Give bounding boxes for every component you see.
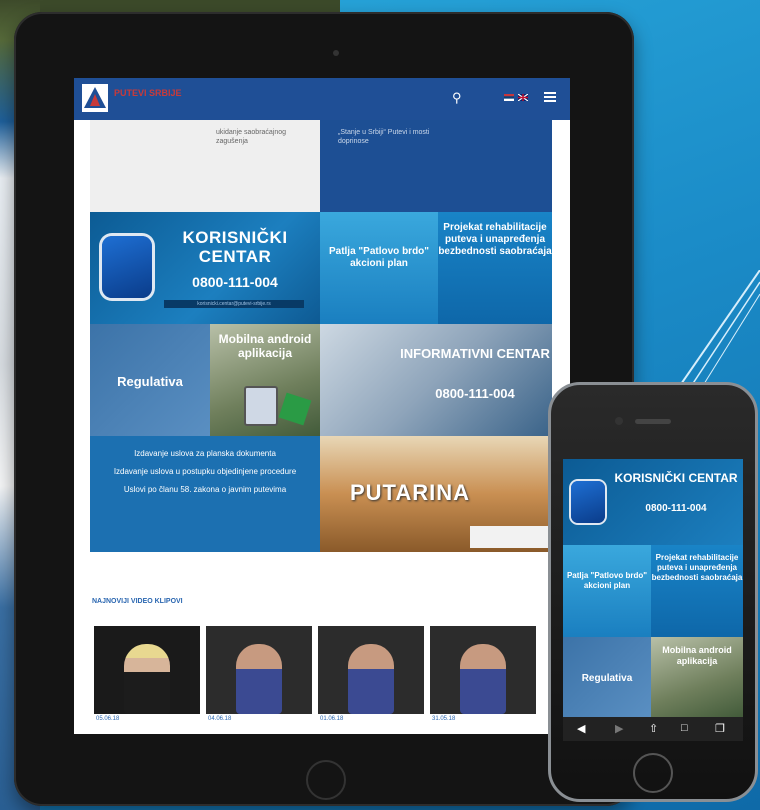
tile-putarina[interactable]: PUTARINA (320, 436, 552, 552)
app-logo-icon (102, 236, 152, 298)
site-header: PUTEVI SRBIJE ⚲ (74, 78, 570, 120)
tablet-screen: PUTEVI SRBIJE ⚲ ukidanje saobraćajnog za… (74, 78, 570, 734)
phone-tile-korisnicki[interactable]: KORISNIČKI CENTAR 0800-111-004 (563, 459, 743, 545)
phone-projekat-label: Projekat rehabilitacije puteva i unapređ… (651, 553, 743, 582)
tablet-camera (333, 50, 339, 56)
toll-logos (470, 526, 550, 548)
phone-korisnicki-title: KORISNIČKI CENTAR (614, 471, 738, 485)
phone-tile-mobilna[interactable]: Mobilna android aplikacija (651, 637, 743, 717)
phone-tile-projekat[interactable]: Projekat rehabilitacije puteva i unapređ… (651, 545, 743, 637)
flag-uk-icon[interactable] (518, 94, 528, 101)
hamburger-menu-icon[interactable] (544, 91, 556, 103)
video-thumbnail[interactable] (430, 626, 536, 714)
link-objedinjena-procedura[interactable]: Izdavanje uslova u postupku objedinjene … (100, 466, 310, 477)
back-icon[interactable]: ◀ (577, 722, 585, 735)
regulativa-label: Regulativa (117, 374, 183, 389)
bookmarks-icon[interactable]: □ (681, 722, 688, 734)
phone-korisnicki-phone: 0800-111-004 (645, 503, 707, 514)
korisnicki-phone: 0800-111-004 (192, 274, 278, 290)
phone-tile-regulativa[interactable]: Regulativa (563, 637, 651, 717)
logo-icon[interactable] (82, 84, 108, 112)
logo-text[interactable]: PUTEVI SRBIJE (114, 88, 182, 98)
video-date: 05.06.18 (96, 716, 120, 722)
tabs-icon[interactable]: ❐ (715, 722, 725, 735)
tablet-home-button[interactable] (306, 760, 346, 800)
tile-informativni-centar[interactable]: INFORMATIVNI CENTAR 0800-111-004 (320, 324, 552, 436)
speaker-figure (236, 644, 282, 714)
flag-serbia-icon[interactable] (504, 94, 514, 101)
video-date: 04.06.18 (208, 716, 232, 722)
forward-icon[interactable]: ▶ (615, 722, 623, 735)
browser-nav-bar: ◀ ▶ ⇧ □ ❐ (563, 717, 743, 741)
smartphone-device: KORISNIČKI CENTAR 0800-111-004 Patlja "P… (548, 382, 758, 802)
news-card-left-text: ukidanje saobraćajnog zagušenja (216, 129, 287, 145)
tile-mobilna-aplikacija[interactable]: Mobilna android aplikacija (210, 324, 320, 436)
speaker-figure (348, 644, 394, 714)
phone-tile-patlja[interactable]: Patlja "Patlovo brdo" akcioni plan (563, 545, 651, 637)
patlja-label: Patlja "Patlovo brdo" akcioni plan (328, 246, 430, 269)
video-thumbnail[interactable] (94, 626, 200, 714)
korisnicki-email: korisnicki.centar@putevi-srbije.rs (164, 300, 304, 308)
video-thumbnail[interactable] (318, 626, 424, 714)
links-panel: Izdavanje uslova za planska dokumenta Iz… (90, 436, 320, 552)
link-clan-58[interactable]: Uslovi po članu 58. zakona o javnim pute… (100, 484, 310, 495)
android-app-icon (278, 392, 312, 426)
app-logo-icon (571, 481, 605, 523)
news-card-right-text: „Stanje u Srbiji“ Putevi i mosti doprino… (338, 129, 430, 145)
informativni-phone: 0800-111-004 (435, 386, 515, 401)
videos-heading: NAJNOVIJI VIDEO KLIPOVI (92, 598, 183, 605)
putarina-label: PUTARINA (350, 480, 471, 505)
smartphone-icon (244, 386, 278, 426)
tile-korisnicki-centar[interactable]: KORISNIČKI CENTAR 0800-111-004 korisnick… (90, 212, 320, 324)
speaker-figure (460, 644, 506, 714)
korisnicki-title: KORISNIČKI CENTAR (182, 228, 288, 266)
phone-home-button[interactable] (633, 753, 673, 793)
projekat-label: Projekat rehabilitacije puteva i unapređ… (438, 222, 552, 257)
informativni-title: INFORMATIVNI CENTAR (400, 346, 550, 361)
phone-patlja-label: Patlja "Patlovo brdo" akcioni plan (566, 571, 648, 590)
speaker-figure (124, 644, 170, 714)
phone-regulativa-label: Regulativa (581, 673, 633, 684)
phone-camera (615, 417, 623, 425)
phone-mobilna-label: Mobilna android aplikacija (662, 645, 732, 666)
phone-screen: KORISNIČKI CENTAR 0800-111-004 Patlja "P… (563, 459, 743, 741)
video-date: 01.06.18 (320, 716, 344, 722)
tile-regulativa[interactable]: Regulativa (90, 324, 210, 436)
search-icon[interactable]: ⚲ (452, 90, 462, 106)
link-planska-dokumenta[interactable]: Izdavanje uslova za planska dokumenta (100, 448, 310, 459)
decorative-lines (669, 270, 760, 400)
mobilna-label: Mobilna android aplikacija (218, 332, 312, 360)
video-date: 31.05.18 (432, 716, 456, 722)
phone-speaker (635, 419, 671, 424)
tile-patlja[interactable]: Patlja "Patlovo brdo" akcioni plan (320, 212, 438, 324)
share-icon[interactable]: ⇧ (649, 722, 658, 735)
tile-projekat[interactable]: Projekat rehabilitacije puteva i unapređ… (438, 212, 552, 324)
video-thumbnail[interactable] (206, 626, 312, 714)
